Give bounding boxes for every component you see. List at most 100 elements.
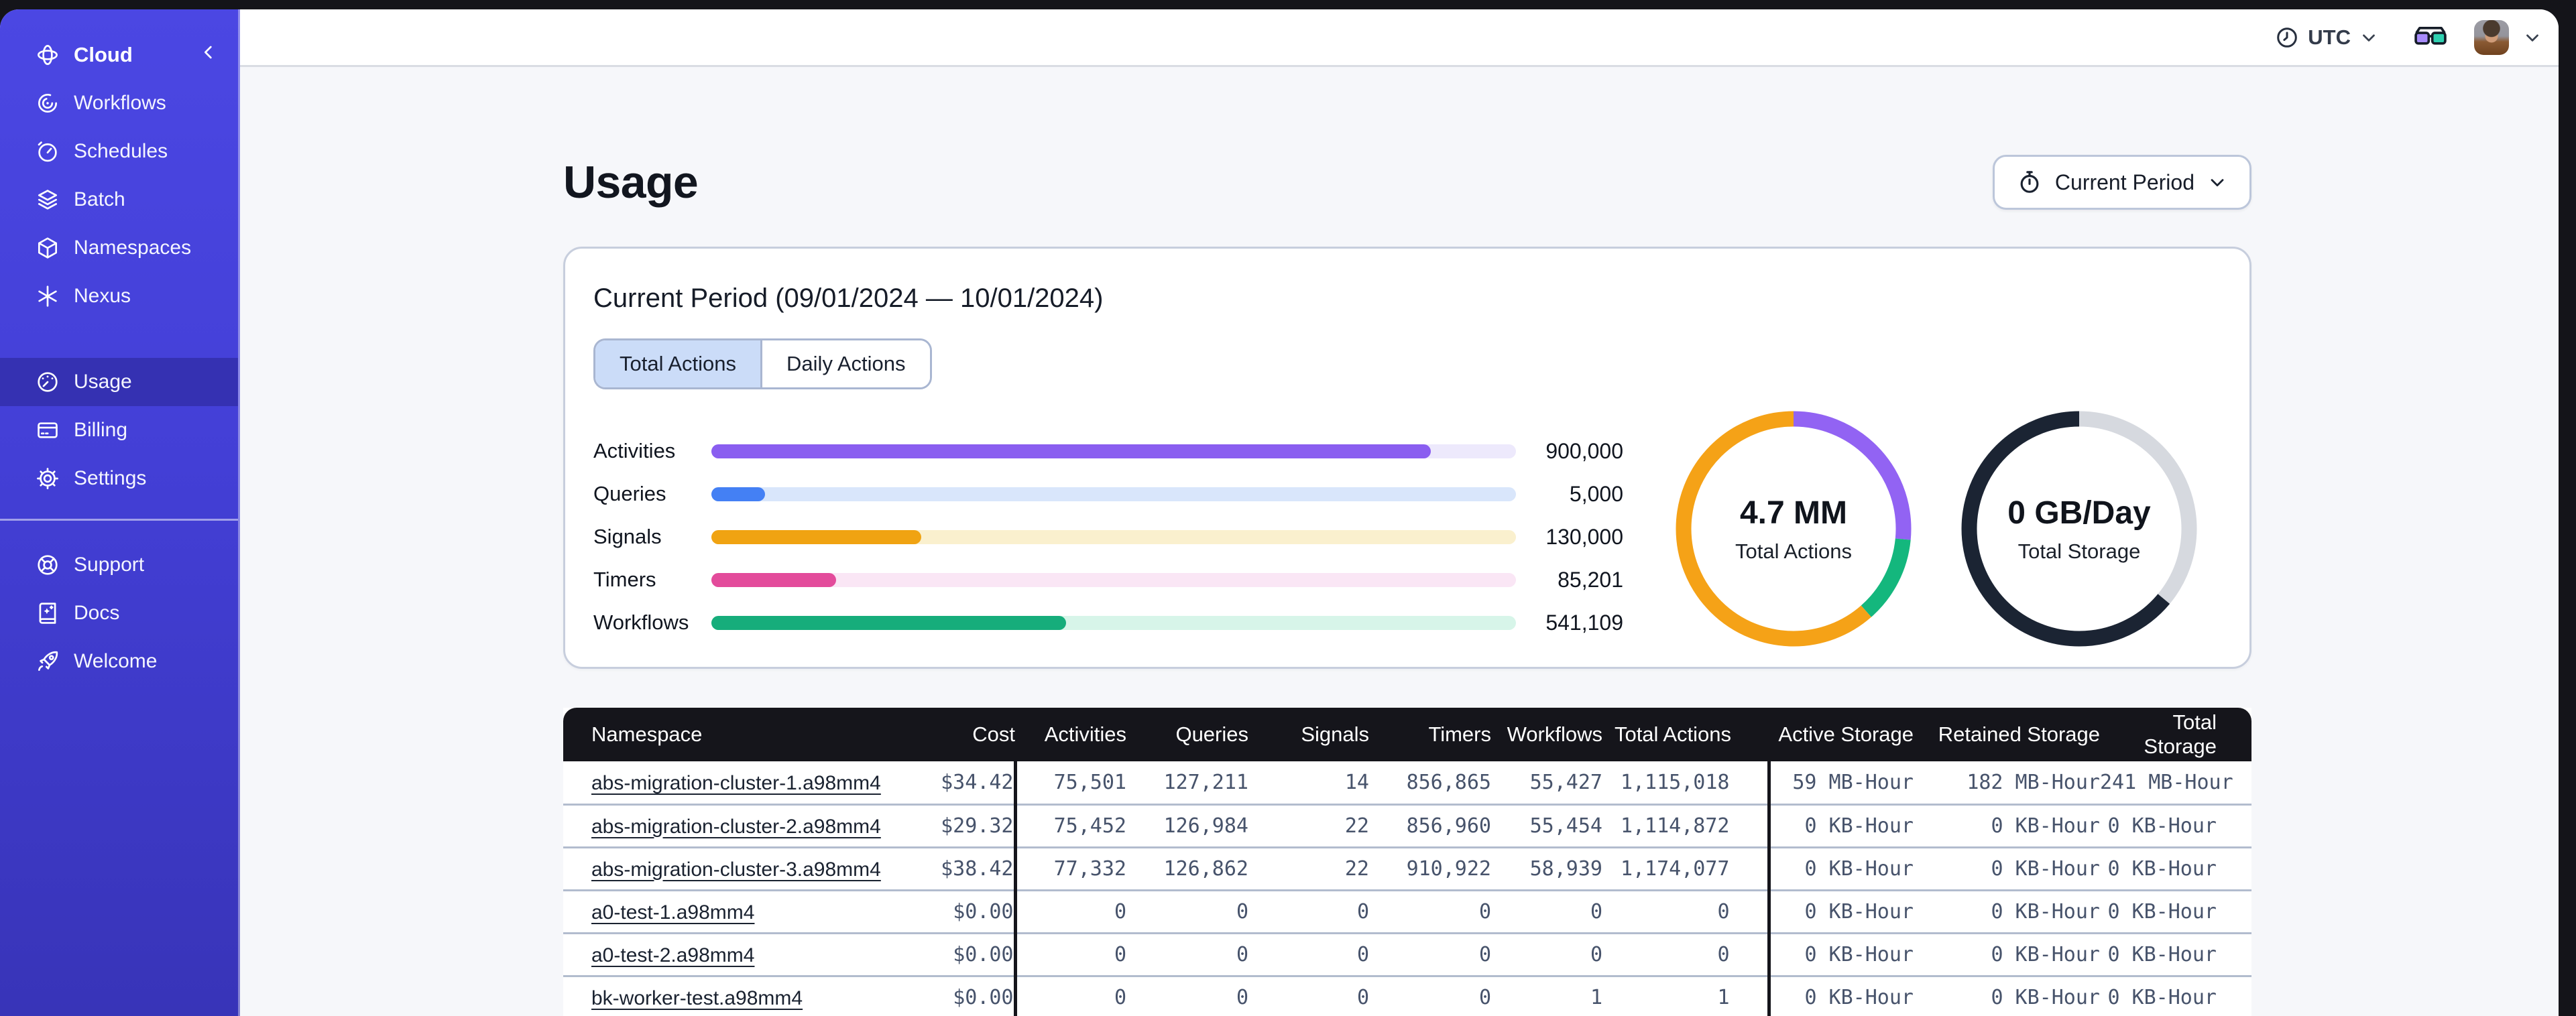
- value-cell: 14: [1344, 770, 1369, 794]
- tab-daily-actions[interactable]: Daily Actions: [760, 340, 930, 387]
- col-namespace: Namespace: [563, 708, 933, 761]
- col-total-storage: Total Storage: [2100, 708, 2251, 761]
- timezone-selector[interactable]: UTC: [2274, 25, 2379, 50]
- schedules-icon: [35, 139, 60, 164]
- docs-book-icon: [35, 600, 60, 626]
- sidebar-item-settings[interactable]: Settings: [0, 454, 238, 503]
- namespace-cell: bk-worker-test.a98mm4: [563, 974, 933, 1016]
- topbar: UTC: [240, 9, 2559, 67]
- value-cell: 0: [1013, 974, 1126, 1016]
- feedback-glasses-icon[interactable]: [2414, 24, 2447, 51]
- period-select-button[interactable]: Current Period: [1992, 155, 2251, 210]
- sidebar-item-workflows[interactable]: Workflows: [0, 79, 238, 127]
- table-row: a0-test-2.a98mm4 $0.00 0 0 0 0 0 0 0 KB-Hour 0 KB…: [563, 932, 2251, 976]
- sidebar-section-gap: [0, 521, 238, 541]
- col-workflows: Workflows: [1491, 708, 1602, 761]
- brand-label: Cloud: [74, 43, 133, 66]
- actions-view-toggle: Total Actions Daily Actions: [593, 338, 932, 389]
- namespace-link[interactable]: bk-worker-test.a98mm4: [591, 987, 803, 1009]
- usage-charts-row: Activities 900,000 Queries 5,000 Signals 130,…: [593, 411, 2221, 647]
- bar-label: Activities: [593, 439, 676, 462]
- col-retained-storage: Retained Storage: [1914, 708, 2100, 761]
- value-cell: 75,452: [1013, 803, 1126, 847]
- sidebar-item-welcome[interactable]: Welcome: [0, 637, 238, 686]
- support-lifebuoy-icon: [35, 552, 60, 578]
- welcome-rocket-icon: [35, 649, 60, 674]
- total-actions-donut: 4.7 MM Total Actions: [1676, 411, 1912, 647]
- namespace-link[interactable]: a0-test-2.a98mm4: [591, 944, 754, 966]
- app-window: Cloud Workflows Schedules Batch Namespac…: [0, 9, 2559, 1016]
- value-cell: 55,454: [1491, 803, 1602, 847]
- sidebar-item-docs[interactable]: Docs: [0, 589, 238, 637]
- sidebar-item-nexus[interactable]: Nexus: [0, 272, 238, 320]
- value-cell: 0: [1013, 889, 1126, 933]
- page-header-row: Usage Current Period: [563, 153, 2251, 212]
- value-cell: 910,922: [1369, 846, 1491, 890]
- value-cell: 58,939: [1491, 846, 1602, 890]
- bar-row: Signals 130,000: [593, 515, 1623, 558]
- col-queries: Queries: [1126, 708, 1248, 761]
- value-cell: 0: [1013, 932, 1126, 976]
- value-cell: 126,984: [1126, 803, 1248, 847]
- value-cell: 22: [1248, 803, 1369, 847]
- value-cell: 0: [1369, 889, 1491, 933]
- value-cell: 0 KB-Hour: [1914, 932, 2100, 976]
- value-cell: 0: [1369, 974, 1491, 1016]
- col-cost: Cost: [933, 708, 1015, 761]
- namespace-cell: abs-migration-cluster-1.a98mm4: [563, 761, 933, 804]
- value-cell: 0 KB-Hour: [2100, 889, 2251, 933]
- value-cell: 0 KB-Hour: [1914, 803, 2100, 847]
- value-cell: $0.00: [933, 889, 1015, 933]
- bar-label: Signals: [593, 525, 662, 548]
- timezone-label: UTC: [2308, 25, 2351, 49]
- sidebar-item-usage[interactable]: Usage: [0, 358, 238, 406]
- table-row: a0-test-1.a98mm4 $0.00 0 0 0 0 0 0 0 KB-Hour 0 KB…: [563, 889, 2251, 933]
- tab-total-actions[interactable]: Total Actions: [595, 340, 761, 387]
- bar-track: [711, 529, 1516, 544]
- sidebar-item-billing[interactable]: Billing: [0, 406, 238, 454]
- nexus-asterisk-icon: [35, 283, 60, 309]
- value-cell: 0 KB-Hour: [2100, 932, 2251, 976]
- clock-icon: [2274, 25, 2300, 50]
- value-cell: 0 KB-Hour: [2100, 846, 2251, 890]
- table-row: abs-migration-cluster-2.a98mm4 $29.32 75,4…: [563, 803, 2251, 847]
- value-cell: 0: [1248, 932, 1369, 976]
- value-cell: 1,115,018: [1620, 770, 1730, 794]
- screen: Cloud Workflows Schedules Batch Namespac…: [0, 0, 2576, 1016]
- table-row: abs-migration-cluster-1.a98mm4 $34.42 75,5…: [563, 761, 2251, 804]
- col-activities: Activities: [1015, 708, 1126, 761]
- user-avatar[interactable]: [2474, 19, 2509, 55]
- value-cell: 0 KB-Hour: [1767, 846, 1914, 890]
- actions-bar-chart: Activities 900,000 Queries 5,000 Signals 130,…: [593, 430, 1623, 647]
- namespace-link[interactable]: a0-test-1.a98mm4: [591, 901, 754, 924]
- sidebar-item-namespaces[interactable]: Namespaces: [0, 224, 238, 272]
- card-title: Current Period (09/01/2024 — 10/01/2024): [593, 283, 1104, 313]
- usage-gauge-icon: [35, 369, 60, 395]
- page-title: Usage: [563, 157, 699, 208]
- value-cell: 0: [1248, 974, 1369, 1016]
- namespace-link[interactable]: abs-migration-cluster-1.a98mm4: [591, 772, 881, 794]
- account-menu-chevron-icon[interactable]: [2522, 27, 2542, 48]
- value-cell: 22: [1248, 846, 1369, 890]
- workflows-icon: [35, 90, 60, 116]
- value-cell: 0 KB-Hour: [2100, 974, 2251, 1016]
- namespace-link[interactable]: abs-migration-cluster-3.a98mm4: [591, 859, 881, 881]
- value-cell: 0 KB-Hour: [1767, 932, 1914, 976]
- sidebar-item-batch[interactable]: Batch: [0, 176, 238, 224]
- main-area: UTC Usage Current Period Current Period …: [240, 9, 2559, 1016]
- bar-fill: [711, 529, 922, 544]
- col-total-actions: Total Actions: [1602, 708, 1769, 761]
- bar-fill: [711, 615, 1067, 630]
- namespace-link[interactable]: abs-migration-cluster-2.a98mm4: [591, 816, 881, 838]
- value-cell: 0 KB-Hour: [1767, 974, 1914, 1016]
- value-cell: 241 MB-Hour: [2100, 770, 2233, 794]
- total-storage-label: Total Storage: [2017, 539, 2141, 563]
- value-cell: 0: [1126, 889, 1248, 933]
- sidebar-item-support[interactable]: Support: [0, 541, 238, 589]
- bar-label: Timers: [593, 568, 656, 591]
- settings-gear-icon: [35, 466, 60, 491]
- sidebar-item-schedules[interactable]: Schedules: [0, 127, 238, 176]
- value-cell: 75,501: [1013, 761, 1126, 804]
- sidebar-collapse-button[interactable]: [198, 42, 219, 68]
- value-cell: 182 MB-Hour: [1967, 770, 2100, 794]
